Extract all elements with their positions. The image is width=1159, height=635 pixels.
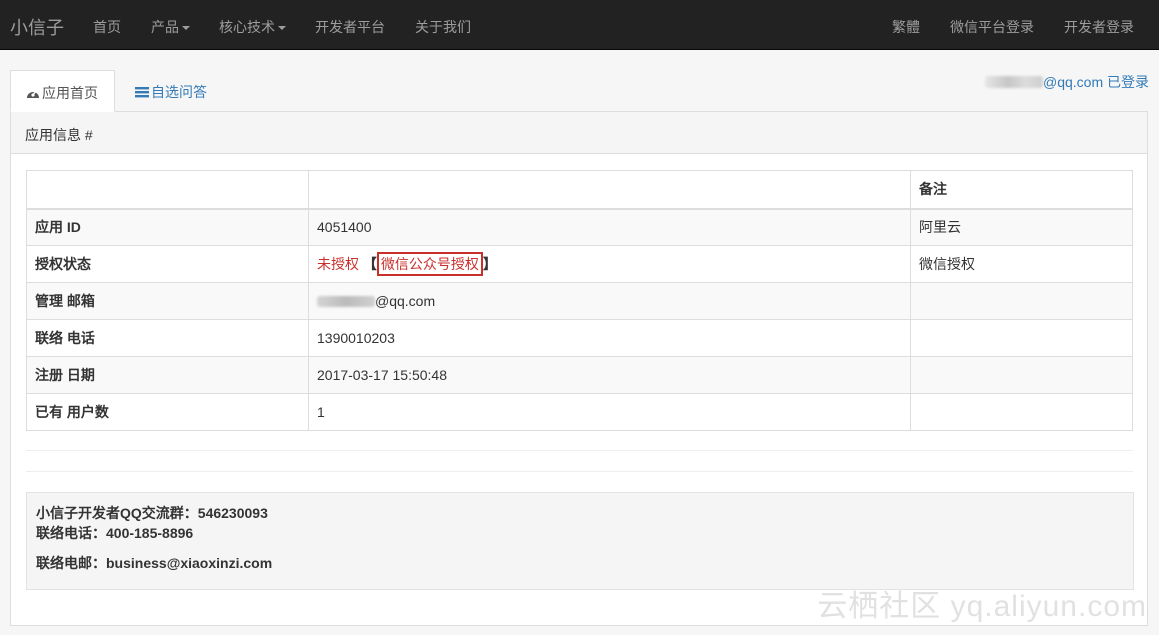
top-navbar: 小信子 首页 产品 核心技术 开发者平台 关于我们 繁體 微信平台登录 开发者登…	[0, 0, 1159, 50]
contact-info-box: 小信子开发者QQ交流群：546230093 联络电话：400-185-8896 …	[26, 492, 1134, 590]
admin-email-cell: @qq.com	[308, 282, 911, 320]
nav-products[interactable]: 产品	[151, 17, 190, 37]
row-label-register-date: 注册 日期	[26, 356, 309, 394]
redacted-email-prefix	[984, 76, 1043, 88]
row-label-admin-email: 管理 邮箱	[26, 282, 309, 320]
app-info-panel: 应用信息 # 备注 应用 ID 4051400 阿里云 授权状态 未授权 【微信…	[10, 111, 1148, 626]
nav-core-tech-label: 核心技术	[219, 19, 275, 35]
tab-custom-qa[interactable]: 自选问答	[120, 70, 222, 112]
auth-status-note: 微信授权	[910, 245, 1133, 283]
panel-title: 应用信息 #	[11, 112, 1147, 154]
row-label-user-count: 已有 用户数	[26, 393, 309, 431]
nav-home[interactable]: 首页	[93, 17, 121, 37]
nav-developer-platform[interactable]: 开发者平台	[315, 17, 385, 37]
qq-group-text: 小信子开发者QQ交流群：546230093	[36, 505, 268, 521]
contact-email-text: 联络电邮：business@xiaoxinzi.com	[36, 555, 273, 571]
watermark-text: 云栖社区 yq.aliyun.com	[817, 590, 1147, 623]
login-email-suffix: @qq.com	[1042, 74, 1104, 90]
table-row: 注册 日期 2017-03-17 15:50:48	[26, 356, 1133, 394]
nav-core-tech[interactable]: 核心技术	[219, 17, 286, 37]
table-header-row: 备注	[26, 170, 1133, 210]
app-info-table: 备注 应用 ID 4051400 阿里云 授权状态 未授权 【微信公众号授权】 …	[26, 170, 1133, 431]
app-id-note: 阿里云	[910, 208, 1133, 246]
redacted-email-prefix	[317, 296, 375, 307]
dashboard-icon	[27, 90, 39, 98]
table-header-cell	[308, 170, 911, 210]
tab-app-home-label: 应用首页	[42, 85, 98, 101]
wechat-auth-link[interactable]: 微信公众号授权	[376, 252, 483, 276]
nav-traditional-chinese[interactable]: 繁體	[892, 17, 920, 37]
table-header-note: 备注	[910, 170, 1133, 210]
row-label-auth-status: 授权状态	[26, 245, 309, 283]
user-count-note	[910, 393, 1133, 431]
logged-in-text: 已登录	[1103, 74, 1149, 90]
user-count-value: 1	[308, 393, 911, 431]
register-date-note	[910, 356, 1133, 394]
table-row: 授权状态 未授权 【微信公众号授权】 微信授权	[26, 245, 1133, 283]
login-status[interactable]: @qq.com 已登录	[984, 72, 1149, 92]
table-row: 已有 用户数 1	[26, 393, 1133, 431]
bracket-open: 【	[362, 256, 377, 272]
brand-logo[interactable]: 小信子	[10, 14, 64, 40]
tab-bar: 应用首页 自选问答	[10, 70, 1149, 112]
app-id-value: 4051400	[308, 208, 911, 246]
nav-wechat-login[interactable]: 微信平台登录	[950, 17, 1034, 37]
phone-value: 1390010203	[308, 319, 911, 357]
table-row: 管理 邮箱 @qq.com	[26, 282, 1133, 320]
row-label-app-id: 应用 ID	[26, 208, 309, 246]
bracket-close: 】	[482, 256, 497, 272]
chevron-down-icon	[182, 26, 190, 31]
tab-custom-qa-label: 自选问答	[151, 84, 207, 100]
admin-email-note	[910, 282, 1133, 320]
row-label-phone: 联络 电话	[26, 319, 309, 357]
table-row: 应用 ID 4051400 阿里云	[26, 208, 1133, 246]
nav-products-label: 产品	[151, 19, 179, 35]
divider	[26, 450, 1133, 451]
table-row: 联络 电话 1390010203	[26, 319, 1133, 357]
admin-email-suffix: @qq.com	[375, 293, 436, 309]
table-header-cell	[26, 170, 309, 210]
contact-phone-text: 联络电话：400-185-8896	[36, 525, 194, 541]
register-date-value: 2017-03-17 15:50:48	[308, 356, 911, 394]
tab-app-home[interactable]: 应用首页	[10, 70, 115, 112]
nav-about[interactable]: 关于我们	[415, 17, 471, 37]
phone-note	[910, 319, 1133, 357]
list-icon	[135, 87, 149, 98]
auth-status-text: 未授权	[317, 256, 359, 272]
auth-status-cell: 未授权 【微信公众号授权】	[308, 245, 911, 283]
divider	[26, 471, 1133, 472]
chevron-down-icon	[278, 26, 286, 31]
nav-developer-login[interactable]: 开发者登录	[1064, 17, 1134, 37]
